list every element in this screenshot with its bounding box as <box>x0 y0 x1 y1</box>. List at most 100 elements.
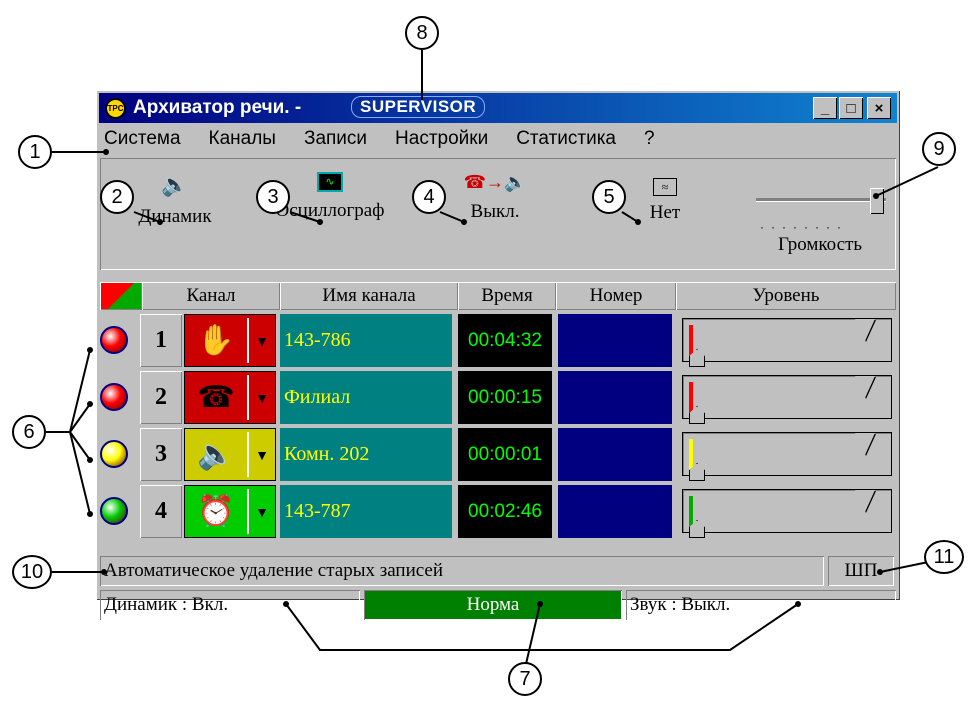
phone-icon: ☎ <box>197 381 235 414</box>
chevron-down-icon[interactable]: ▼ <box>247 432 275 477</box>
status-led[interactable] <box>100 440 128 468</box>
level-meter <box>682 489 892 538</box>
channel-number-field <box>558 371 672 424</box>
mode-tool[interactable]: ☎→🔈 Выкл. <box>440 172 550 223</box>
level-threshold-thumb[interactable] <box>855 319 875 341</box>
callout-1: 1 <box>18 135 52 169</box>
channel-number-field <box>558 485 672 538</box>
volume-thumb[interactable] <box>870 188 884 214</box>
channel-type-selector[interactable]: ⏰ ▼ <box>184 485 276 538</box>
status-led[interactable] <box>100 383 128 411</box>
channel-number-field <box>558 314 672 367</box>
channel-time: 00:00:01 <box>458 428 552 481</box>
channel-level <box>678 314 892 367</box>
status-led[interactable] <box>100 326 128 354</box>
status-mode[interactable]: ШП <box>828 556 894 586</box>
filter-label: Нет <box>649 202 681 223</box>
speaker-label: Динамик <box>138 206 212 227</box>
channel-name[interactable]: Филиал <box>280 371 452 424</box>
status-speaker: Динамик : Вкл. <box>100 590 360 620</box>
chevron-down-icon[interactable]: ▼ <box>247 489 275 534</box>
maximize-button[interactable]: □ <box>839 97 863 119</box>
callout-7: 7 <box>508 662 542 696</box>
level-threshold-thumb[interactable] <box>855 433 875 455</box>
menu-channels[interactable]: Каналы <box>209 128 276 154</box>
menu-records[interactable]: Записи <box>304 128 367 154</box>
mode-label: Выкл. <box>470 201 520 222</box>
title-bar[interactable]: TPC Архиватор речи. - SUPERVISOR _ □ × <box>99 93 897 123</box>
callout-11: 11 <box>924 540 964 574</box>
callout-2: 2 <box>100 180 134 214</box>
menu-bar: Система Каналы Записи Настройки Статисти… <box>104 128 683 154</box>
channel-number: 1 <box>140 314 182 367</box>
chevron-down-icon[interactable]: ▼ <box>247 375 275 420</box>
menu-help[interactable]: ? <box>644 128 655 154</box>
channel-row-3[interactable]: 3 🔈 ▼ Комн. 202 00:00:01 <box>98 428 894 483</box>
header-number[interactable]: Номер <box>556 282 676 310</box>
window-brand: SUPERVISOR <box>351 96 486 118</box>
level-meter <box>682 375 892 424</box>
filter-tool[interactable]: ≈ Нет <box>620 172 710 224</box>
app-window: TPC Архиватор речи. - SUPERVISOR _ □ × С… <box>96 90 900 620</box>
callout-6: 6 <box>12 415 46 449</box>
level-threshold-thumb[interactable] <box>855 490 875 512</box>
chevron-down-icon[interactable]: ▼ <box>247 318 275 363</box>
volume-label: Громкость <box>777 234 863 255</box>
channel-type-selector[interactable]: ☎ ▼ <box>184 371 276 424</box>
callout-3: 3 <box>256 180 290 214</box>
status-message: Автоматическое удаление старых записей <box>100 556 824 586</box>
status-led[interactable] <box>100 497 128 525</box>
callout-5: 5 <box>592 180 626 214</box>
menu-statistics[interactable]: Статистика <box>516 128 616 154</box>
oscilloscope-icon: ∿ <box>317 172 343 192</box>
channel-number-field <box>558 428 672 481</box>
menu-system[interactable]: Система <box>104 128 181 154</box>
channel-number: 4 <box>140 485 182 538</box>
channel-time: 00:02:46 <box>458 485 552 538</box>
header-time[interactable]: Время <box>458 282 556 310</box>
channel-level <box>678 371 892 424</box>
phone-to-speaker-icon: ☎→🔈 <box>463 172 527 192</box>
status-state: Норма <box>364 590 622 620</box>
channel-number: 3 <box>140 428 182 481</box>
level-threshold-thumb[interactable] <box>855 376 875 398</box>
alarm-clock-icon: ⏰ <box>197 495 235 528</box>
channel-type-selector[interactable]: ✋ ▼ <box>184 314 276 367</box>
filter-icon: ≈ <box>653 178 677 196</box>
header-channel[interactable]: Канал <box>142 282 280 310</box>
callout-4: 4 <box>412 180 446 214</box>
grid-corner[interactable] <box>100 282 142 310</box>
channel-row-2[interactable]: 2 ☎ ▼ Филиал 00:00:15 <box>98 371 894 426</box>
channel-level <box>678 485 892 538</box>
speaker-tool[interactable]: 🔈 Динамик <box>120 172 230 228</box>
close-button[interactable]: × <box>867 97 891 119</box>
channel-row-4[interactable]: 4 ⏰ ▼ 143-787 00:02:46 <box>98 485 894 540</box>
level-meter <box>682 318 892 367</box>
channel-name[interactable]: Комн. 202 <box>280 428 452 481</box>
toolbar: 🔈 Динамик ∿ Осциллограф ☎→🔈 Выкл. ≈ Нет … <box>100 158 896 270</box>
level-meter <box>682 432 892 481</box>
callout-10: 10 <box>12 555 52 589</box>
hand-icon: ✋ <box>197 324 235 357</box>
menu-settings[interactable]: Настройки <box>395 128 488 154</box>
callout-8: 8 <box>405 16 439 50</box>
volume-ticks: ········ <box>760 220 848 234</box>
channel-name[interactable]: 143-786 <box>280 314 452 367</box>
window-title: Архиватор речи. - <box>133 97 302 118</box>
channel-level <box>678 428 892 481</box>
volume-track[interactable] <box>756 198 886 202</box>
speaker-icon: 🔈 <box>197 438 235 471</box>
speaker-icon: 🔈 <box>161 172 189 197</box>
channel-number: 2 <box>140 371 182 424</box>
callout-9: 9 <box>922 132 956 166</box>
header-channel-name[interactable]: Имя канала <box>280 282 458 310</box>
channel-type-selector[interactable]: 🔈 ▼ <box>184 428 276 481</box>
channel-time: 00:00:15 <box>458 371 552 424</box>
app-logo-icon[interactable]: TPC <box>105 98 126 119</box>
minimize-button[interactable]: _ <box>813 97 837 119</box>
channel-time: 00:04:32 <box>458 314 552 367</box>
header-level[interactable]: Уровень <box>676 282 896 310</box>
channel-row-1[interactable]: 1 ✋ ▼ 143-786 00:04:32 <box>98 314 894 369</box>
status-sound: Звук : Выкл. <box>626 590 896 620</box>
channel-name[interactable]: 143-787 <box>280 485 452 538</box>
